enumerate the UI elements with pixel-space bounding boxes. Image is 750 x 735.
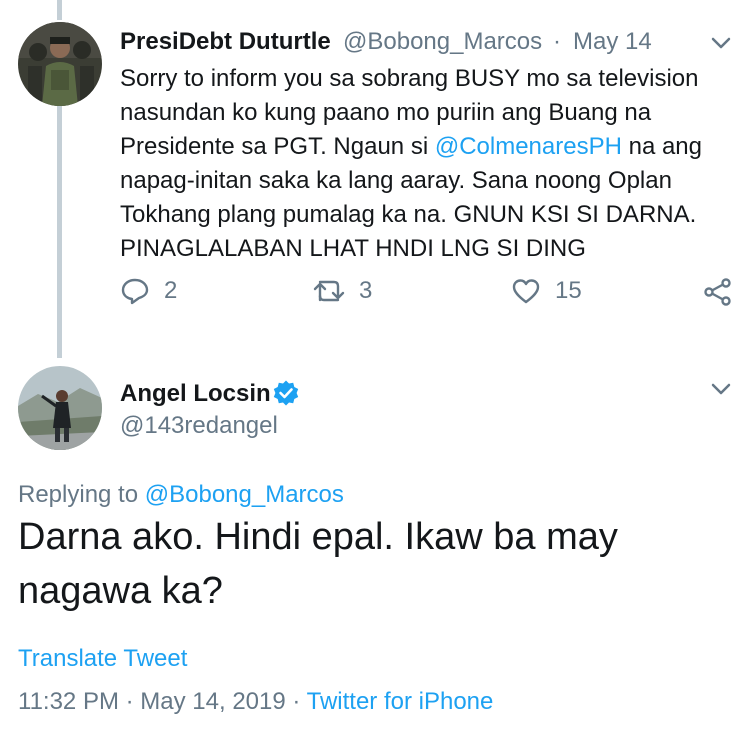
chevron-down-icon[interactable]	[708, 376, 734, 402]
dot-separator: ·	[118, 688, 141, 715]
display-name[interactable]: PresiDebt Duturtle	[120, 28, 331, 56]
handle[interactable]: @143redangel	[120, 412, 278, 440]
replying-to-label: Replying to	[18, 481, 145, 508]
chevron-down-icon[interactable]	[708, 30, 734, 56]
thread-line-top	[57, 0, 62, 20]
display-name[interactable]: Angel Locsin	[120, 380, 271, 408]
tweet-text: Darna ako. Hindi epal. Ikaw ba may nagaw…	[18, 516, 618, 612]
replying-to-handle[interactable]: @Bobong_Marcos	[145, 481, 344, 508]
mention-link[interactable]: @ColmenaresPH	[435, 133, 622, 160]
tweet-full-date[interactable]: May 14, 2019	[140, 688, 285, 715]
dot-separator: ·	[285, 688, 307, 715]
handle[interactable]: @Bobong_Marcos	[343, 28, 542, 56]
tweet-date[interactable]: May 14	[573, 28, 652, 56]
replying-to: Replying to @Bobong_Marcos	[18, 481, 344, 509]
reply-icon	[121, 278, 149, 305]
avatar[interactable]	[18, 366, 102, 450]
retweet-button[interactable]: 3	[313, 276, 372, 306]
tweet-time[interactable]: 11:32 PM	[18, 688, 119, 715]
thread-line-bottom	[57, 100, 62, 358]
retweet-count: 3	[359, 277, 373, 304]
like-icon	[512, 279, 540, 304]
retweet-icon	[313, 280, 345, 302]
tweet-meta: 11:32 PM · May 14, 2019 · Twitter for iP…	[18, 688, 493, 716]
reply-button[interactable]: 2	[120, 276, 177, 306]
dot-separator: ·	[553, 28, 561, 55]
tweet-source[interactable]: Twitter for iPhone	[307, 688, 494, 715]
like-count: 15	[555, 277, 582, 304]
share-icon[interactable]	[703, 277, 733, 307]
like-button[interactable]: 15	[511, 276, 582, 306]
translate-tweet-link[interactable]: Translate Tweet	[18, 645, 187, 673]
reply-count: 2	[164, 277, 178, 304]
avatar[interactable]	[18, 22, 102, 106]
verified-badge-icon	[273, 380, 299, 406]
tweet-text: Sorry to inform you sa sobrang BUSY mo s…	[120, 62, 730, 266]
